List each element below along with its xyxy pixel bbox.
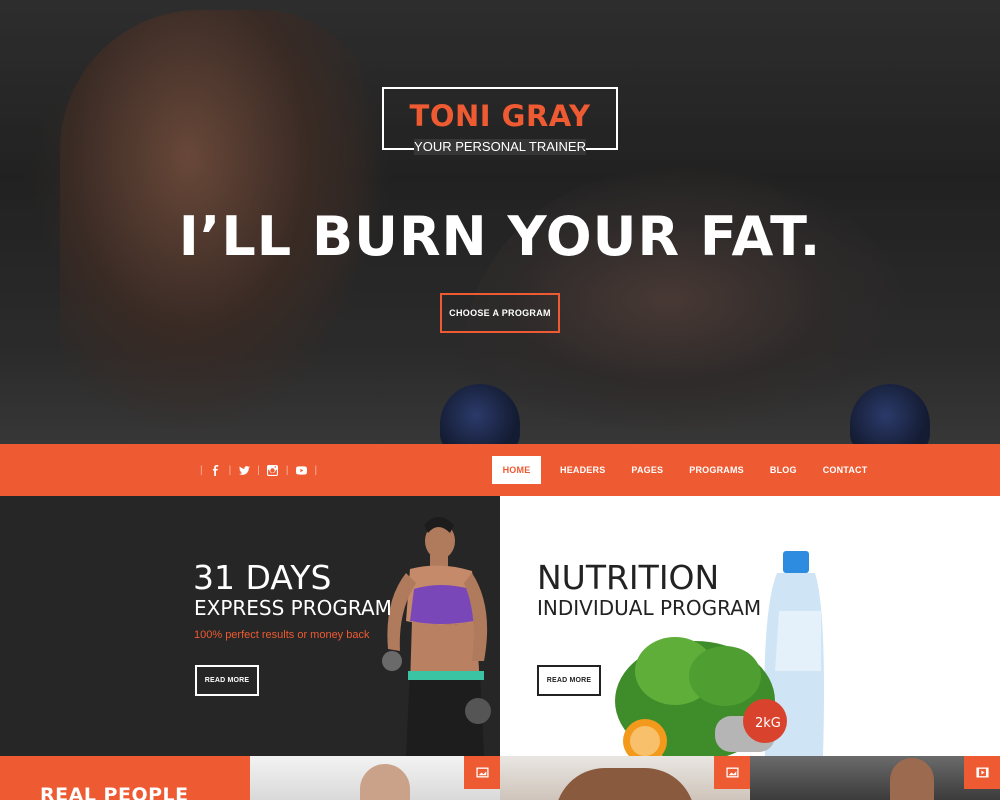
nutrition-program-panel: 2kG NUTRITION INDIVIDUAL PROGRAM READ MO… [500, 496, 1000, 756]
nav-item-headers[interactable]: HEADERS [547, 456, 618, 484]
hero-headline: I’LL BURN YOUR FAT. [178, 205, 822, 268]
gallery-strip: REAL PEOPLE [0, 756, 1000, 800]
divider: | [285, 464, 289, 476]
logo-tagline: YOUR PERSONAL TRAINER [414, 139, 586, 155]
gallery-thumb-1[interactable] [250, 756, 500, 800]
instagram-icon[interactable] [267, 464, 279, 476]
nav-item-pages[interactable]: PAGES [618, 456, 676, 484]
nutrition-program-subtitle: INDIVIDUAL PROGRAM [537, 596, 762, 620]
choose-program-button[interactable]: CHOOSE A PROGRAM [440, 293, 560, 333]
real-people-block: REAL PEOPLE [0, 756, 250, 800]
express-program-guarantee: 100% perfect results or money back [194, 629, 370, 641]
svg-text:2kG: 2kG [755, 716, 781, 731]
express-program-title: 31 DAYS [193, 558, 332, 597]
person-photo [890, 758, 934, 800]
gallery-thumb-2[interactable] [500, 756, 750, 800]
real-people-heading: REAL PEOPLE [40, 784, 189, 800]
divider: | [228, 464, 232, 476]
nav-item-programs[interactable]: PROGRAMS [676, 456, 757, 484]
person-photo [360, 764, 410, 800]
site-logo[interactable]: TONI GRAY YOUR PERSONAL TRAINER [382, 87, 618, 155]
divider: | [314, 464, 318, 476]
divider: | [257, 464, 260, 476]
image-icon [464, 756, 500, 789]
nav-menu: HOME HEADERS PAGES PROGRAMS BLOG CONTACT [492, 456, 880, 484]
express-read-more-button[interactable]: READ MORE [195, 665, 259, 696]
nutrition-read-more-button[interactable]: READ MORE [537, 665, 601, 696]
divider: | [200, 464, 203, 476]
image-icon [714, 756, 750, 789]
express-program-subtitle: EXPRESS PROGRAM [194, 596, 392, 620]
facebook-icon[interactable] [210, 464, 222, 476]
social-links: | | | | | [193, 444, 324, 496]
nav-item-home[interactable]: HOME [492, 456, 541, 484]
nav-item-contact[interactable]: CONTACT [810, 456, 881, 484]
main-navbar: | | | | | HOME HEADERS PAGES PROGRAMS BL… [0, 444, 1000, 496]
logo-name: TONI GRAY [409, 99, 591, 133]
youtube-icon[interactable] [295, 464, 307, 476]
person-photo [555, 768, 695, 800]
nutrition-program-title: NUTRITION [537, 558, 720, 597]
hero-section: TONI GRAY YOUR PERSONAL TRAINER I’LL BUR… [0, 0, 1000, 444]
gallery-thumb-3[interactable] [750, 756, 1000, 800]
athlete-photo [382, 517, 491, 756]
video-icon [964, 756, 1000, 789]
nav-item-blog[interactable]: BLOG [757, 456, 810, 484]
twitter-icon[interactable] [238, 464, 250, 476]
express-program-panel: 31 DAYS EXPRESS PROGRAM 100% perfect res… [0, 496, 500, 756]
